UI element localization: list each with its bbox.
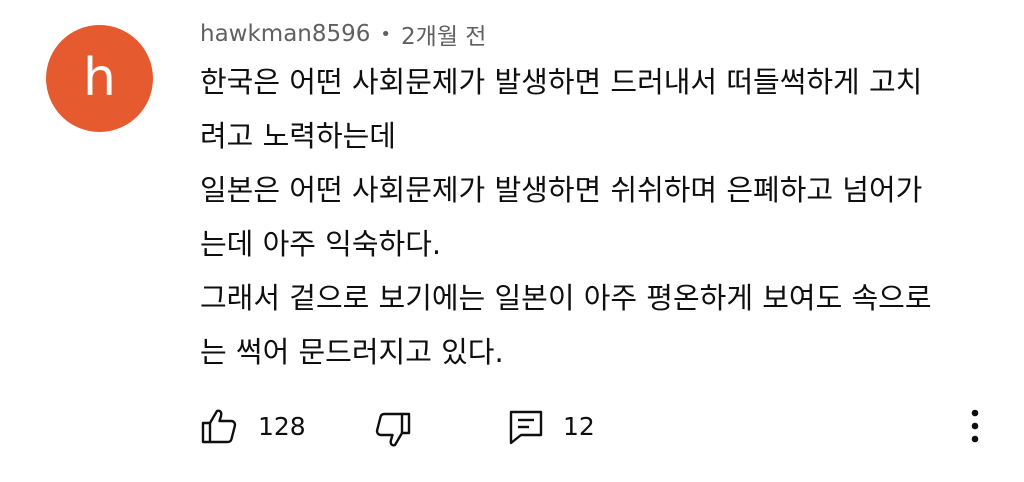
comment-header: hawkman8596 • 2개월 전 — [200, 16, 486, 52]
avatar[interactable]: h — [46, 25, 153, 132]
more-vertical-icon[interactable] — [965, 406, 985, 446]
comment-icon[interactable] — [508, 409, 544, 445]
comment-line: 는 썩어 문드러지고 있다. — [200, 335, 504, 369]
comment-line: 일본은 어떤 사회문제가 발생하면 쉬쉬하며 은폐하고 넘어가 — [200, 173, 923, 207]
thumbs-up-icon[interactable] — [200, 408, 238, 444]
comment-card: h hawkman8596 • 2개월 전 한국은 어떤 사회문제가 발생하면 … — [0, 0, 1024, 482]
author-name[interactable]: hawkman8596 — [200, 21, 370, 47]
comment-actions: 128 12 — [0, 398, 1024, 456]
thumbs-down-icon[interactable] — [374, 412, 412, 448]
comment-line: 는데 아주 익숙하다. — [200, 227, 442, 261]
comment-line: 려고 노력하는데 — [200, 119, 396, 153]
timestamp[interactable]: 2개월 전 — [401, 17, 486, 51]
comment-line: 한국은 어떤 사회문제가 발생하면 드러내서 떠들썩하게 고치 — [200, 65, 923, 99]
comment-text: 한국은 어떤 사회문제가 발생하면 드러내서 떠들썩하게 고치 려고 노력하는데… — [200, 55, 980, 379]
comment-line: 그래서 겉으로 보기에는 일본이 아주 평온하게 보여도 속으로 — [200, 281, 932, 315]
separator-dot: • — [380, 23, 392, 45]
like-count: 128 — [258, 412, 306, 441]
reply-count: 12 — [563, 412, 595, 441]
